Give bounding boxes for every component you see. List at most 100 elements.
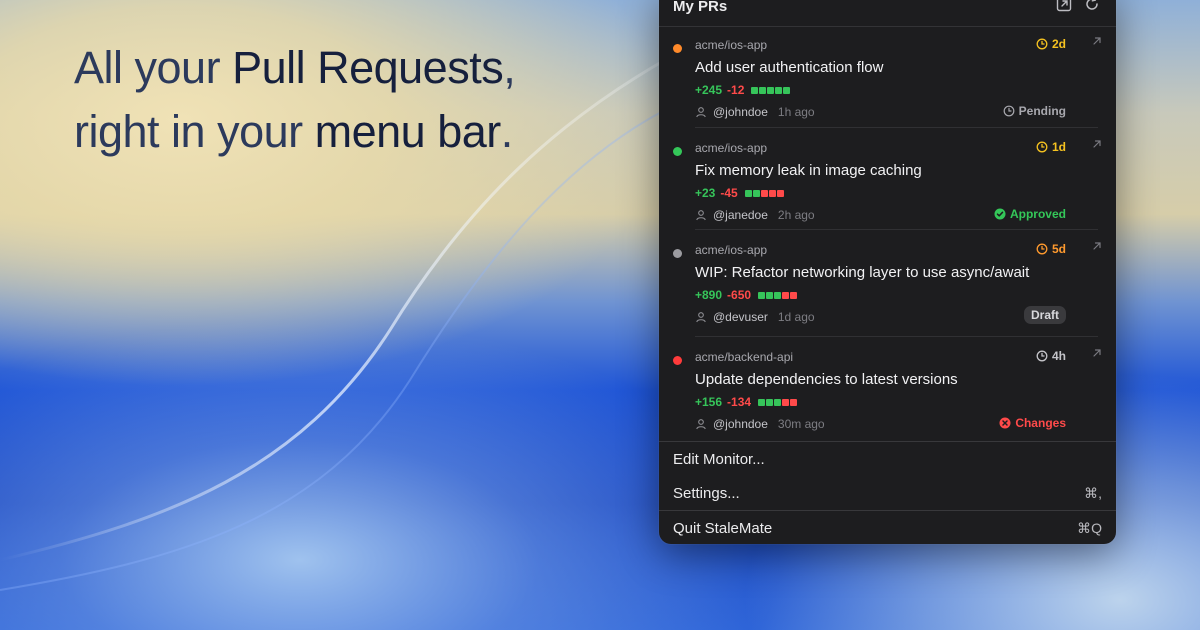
pr-status-text: Pending [1018, 104, 1066, 118]
diff-bar [783, 86, 791, 94]
menu-bar-popover: My PRs acme/ios-app 2d Add user authenti… [659, 0, 1116, 544]
external-window-icon[interactable] [1056, 0, 1072, 12]
diff-bar [790, 291, 798, 299]
popover-header: My PRs [659, 0, 1116, 27]
diff-bar [782, 398, 790, 406]
pr-additions: +23 [695, 186, 716, 200]
pr-row[interactable]: acme/ios-app 2d Add user authentication … [659, 27, 1116, 127]
pr-additions: +156 [695, 395, 723, 409]
diff-bar [760, 189, 768, 197]
pr-state-dot [673, 147, 682, 156]
person-icon [696, 107, 706, 118]
diff-bar [751, 86, 759, 94]
pr-age-text: 2d [1051, 37, 1066, 51]
pr-diff-stats: +156 -134 [695, 395, 798, 409]
pr-repo: acme/ios-app [695, 141, 768, 155]
diff-bar [766, 291, 774, 299]
pr-time: 30m ago [777, 417, 825, 431]
diff-bar [768, 189, 776, 197]
pr-author: @janedoe [713, 208, 768, 222]
settings-menu-item[interactable]: Settings... ⌘, [673, 485, 1102, 502]
pr-repo: acme/ios-app [695, 38, 768, 52]
pr-diff-stats: +245 -12 [695, 83, 791, 97]
pr-deletions: -45 [720, 186, 738, 200]
pr-repo: acme/backend-api [695, 350, 794, 364]
pr-age-text: 4h [1051, 349, 1066, 363]
quit-menu-item[interactable]: Quit StaleMate ⌘Q [673, 520, 1102, 537]
pr-row[interactable]: acme/ios-app 1d Fix memory leak in image… [659, 130, 1116, 230]
quit-label: Quit StaleMate [673, 520, 773, 537]
diff-bar [758, 291, 766, 299]
diff-bar [776, 189, 784, 197]
pr-age-text: 1d [1051, 140, 1066, 154]
pr-status-badge: Draft [1023, 306, 1066, 324]
refresh-icon[interactable] [1084, 0, 1100, 12]
open-pr-arrow-icon[interactable] [1091, 347, 1103, 359]
pr-deletions: -12 [727, 83, 745, 97]
pr-time: 2h ago [777, 208, 815, 222]
diff-bar [744, 189, 752, 197]
pr-separator [695, 127, 1098, 128]
check-circle-icon [994, 208, 1006, 220]
pr-meta: @devuser 1d ago [695, 310, 815, 324]
open-pr-arrow-icon[interactable] [1091, 240, 1103, 252]
pr-additions: +890 [695, 288, 723, 302]
pr-status-text: Approved [1009, 207, 1066, 221]
clock-icon [1036, 38, 1048, 50]
diff-bar [767, 86, 775, 94]
diff-bar [774, 291, 782, 299]
pr-title: Add user authentication flow [695, 59, 884, 76]
pr-diff-stats: +890 -650 [695, 288, 798, 302]
quit-shortcut: ⌘Q [1077, 520, 1102, 536]
pr-state-dot [673, 249, 682, 258]
diff-bars [751, 86, 791, 94]
diff-bar [759, 86, 767, 94]
pr-time: 1h ago [777, 105, 815, 119]
pr-row[interactable]: acme/backend-api 4h Update dependencies … [659, 339, 1116, 439]
edit-monitor-menu-item[interactable]: Edit Monitor... [673, 451, 1102, 468]
headline-line-1: All your Pull Requests, [74, 42, 516, 93]
pr-title: Update dependencies to latest versions [695, 371, 958, 388]
pr-age: 2d [1036, 37, 1066, 51]
person-icon [696, 210, 706, 221]
diff-bar [775, 86, 783, 94]
pr-separator [695, 336, 1098, 337]
pr-age: 1d [1036, 140, 1066, 154]
menu-divider [659, 510, 1116, 511]
settings-shortcut: ⌘, [1084, 485, 1102, 501]
pr-deletions: -134 [727, 395, 752, 409]
pr-meta: @janedoe 2h ago [695, 208, 815, 222]
popover-title: My PRs [673, 0, 728, 15]
pr-additions: +245 [695, 83, 723, 97]
headline-line-2: right in your menu bar. [74, 106, 513, 157]
open-pr-arrow-icon[interactable] [1091, 138, 1103, 150]
pr-age: 4h [1036, 349, 1066, 363]
pr-separator [695, 229, 1098, 230]
pr-diff-stats: +23 -45 [695, 186, 784, 200]
settings-label: Settings... [673, 485, 740, 502]
edit-monitor-label: Edit Monitor... [673, 451, 765, 468]
pr-status-badge: Changes [999, 416, 1066, 430]
pr-time: 1d ago [777, 310, 815, 324]
headline: All your Pull Requests, right in your me… [74, 36, 516, 164]
diff-bar [752, 189, 760, 197]
pr-status-text: Changes [1015, 416, 1066, 430]
diff-bar [782, 291, 790, 299]
diff-bar [758, 398, 766, 406]
menu-divider [659, 441, 1116, 442]
clock-icon [1003, 105, 1015, 117]
pr-age-text: 5d [1051, 242, 1066, 256]
pr-title: WIP: Refactor networking layer to use as… [695, 264, 1030, 281]
pr-state-dot [673, 356, 682, 365]
pr-meta: @johndoe 1h ago [695, 105, 815, 119]
diff-bar [766, 398, 774, 406]
open-pr-arrow-icon[interactable] [1091, 35, 1103, 47]
clock-icon [1036, 141, 1048, 153]
pr-row[interactable]: acme/ios-app 5d WIP: Refactor networking… [659, 232, 1116, 332]
pr-state-dot [673, 44, 682, 53]
diff-bars [758, 398, 798, 406]
pr-status-badge: Pending [1003, 104, 1066, 118]
pr-deletions: -650 [727, 288, 752, 302]
pr-meta: @johndoe 30m ago [695, 417, 825, 431]
clock-icon [1036, 243, 1048, 255]
